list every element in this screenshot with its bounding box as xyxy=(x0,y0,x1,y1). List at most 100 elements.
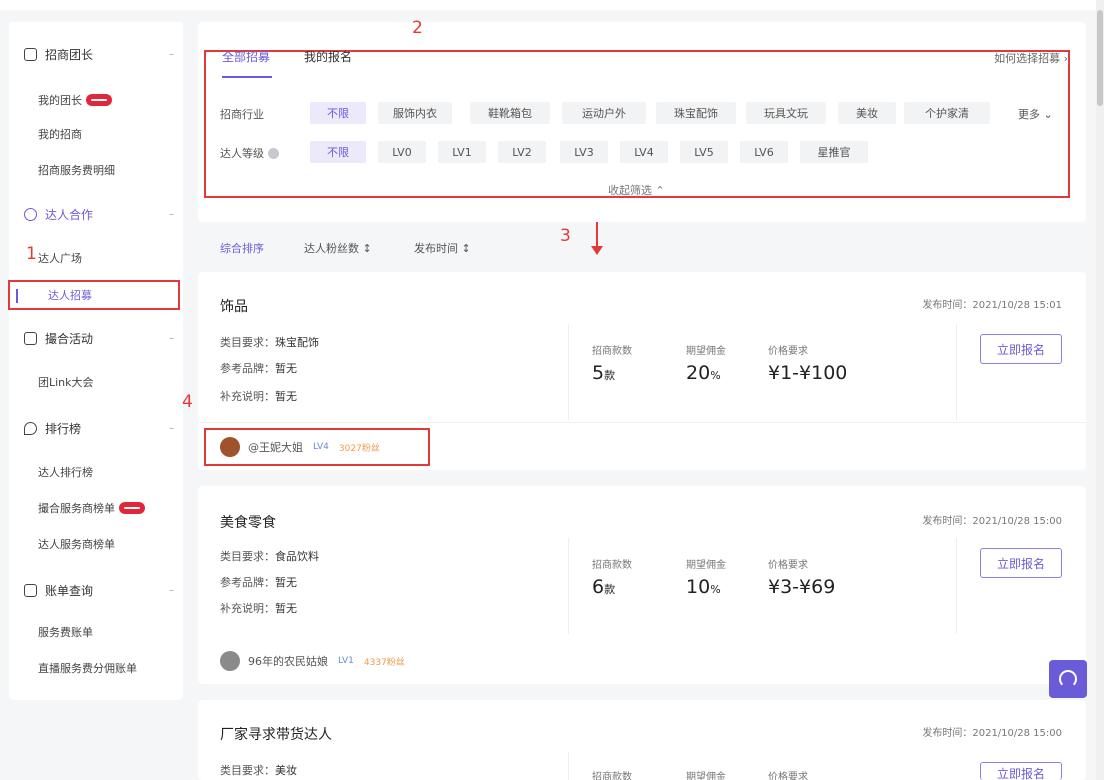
sidebar-item-my-leader[interactable]: 我的团长 xyxy=(38,90,112,110)
stat-value: ¥1-¥100 xyxy=(768,362,848,384)
category-chip[interactable]: 服饰内衣 xyxy=(378,102,452,124)
headset-icon xyxy=(1059,670,1077,688)
sidebar-item-service-fee[interactable]: 招商服务费明细 xyxy=(38,160,115,180)
card-publish-time: 发布时间：2021/10/28 15:01 xyxy=(922,300,1062,311)
card-brand: 参考品牌：暂无 xyxy=(220,362,297,375)
stat-label: 期望佣金 xyxy=(686,560,726,571)
highlight-creator-box xyxy=(204,428,430,466)
sidebar-item-creator-square[interactable]: 达人广场 xyxy=(38,248,82,268)
stat-label: 期望佣金 xyxy=(686,772,726,780)
signup-button[interactable]: 立即报名 xyxy=(980,548,1062,578)
level-chip[interactable]: 不限 xyxy=(310,141,366,163)
annotation-1: 1 xyxy=(26,244,37,264)
sidebar-item-creator-recruit[interactable]: 达人招募 xyxy=(8,280,180,310)
top-bar xyxy=(0,0,1104,10)
stat-value: 5款 xyxy=(592,362,616,384)
divider xyxy=(956,538,957,634)
category-chip[interactable]: 不限 xyxy=(310,102,366,124)
chevron-icon: – xyxy=(169,208,174,220)
level-chip[interactable]: 星推官 xyxy=(800,141,868,163)
chevron-icon: – xyxy=(169,422,174,434)
divider xyxy=(956,324,957,420)
stat-label: 价格要求 xyxy=(768,560,808,571)
annotation-3: 3 xyxy=(560,226,571,246)
tab-underline xyxy=(222,76,272,78)
level-chip[interactable]: LV3 xyxy=(560,141,608,163)
chevron-icon: – xyxy=(169,332,174,344)
sidebar-item-my-invites[interactable]: 我的招商 xyxy=(38,124,82,144)
tab-all-recruits[interactable]: 全部招募 xyxy=(222,48,270,65)
creator-fans: 4337粉丝 xyxy=(363,657,405,668)
card-brand: 参考品牌：暂无 xyxy=(220,576,297,589)
sidebar-item-service-bill[interactable]: 服务费账单 xyxy=(38,622,93,642)
sidebar-group-rankings[interactable]: 排行榜 – xyxy=(24,418,174,438)
category-chip[interactable]: 个护家清 xyxy=(904,102,990,124)
divider xyxy=(568,752,569,780)
chevron-icon: – xyxy=(169,48,174,60)
signup-button[interactable]: 立即报名 xyxy=(980,762,1062,780)
tab-my-signups[interactable]: 我的报名 xyxy=(304,48,352,65)
sidebar-group-merchant-leader[interactable]: 招商团长 – xyxy=(24,44,174,64)
avatar xyxy=(220,651,240,671)
annotation-4: 4 xyxy=(182,392,193,412)
category-chip[interactable]: 鞋靴箱包 xyxy=(470,102,550,124)
sidebar-item-creator-ranking[interactable]: 达人排行榜 xyxy=(38,462,93,482)
card-category: 类目要求：食品饮料 xyxy=(220,550,319,563)
recruit-card: 美食零食 发布时间：2021/10/28 15:00 类目要求：食品饮料 参考品… xyxy=(198,486,1086,684)
stat-value: 20% xyxy=(686,362,721,384)
divider xyxy=(568,324,569,420)
scrollbar-track[interactable] xyxy=(1096,0,1104,780)
highlight-filter-box xyxy=(204,50,1070,198)
card-note: 补充说明：暂无 xyxy=(220,390,297,403)
sidebar-group-creator-cooperation[interactable]: 达人合作 – xyxy=(24,204,174,224)
category-chip[interactable]: 珠宝配饰 xyxy=(656,102,736,124)
event-icon xyxy=(24,331,37,345)
new-badge xyxy=(119,502,145,514)
sidebar-group-matching-events[interactable]: 撮合活动 – xyxy=(24,328,174,348)
scrollbar-thumb[interactable] xyxy=(1097,10,1103,106)
sidebar-item-link-conference[interactable]: 团Link大会 xyxy=(38,372,94,392)
level-chip[interactable]: LV2 xyxy=(498,141,546,163)
stat-value: 6款 xyxy=(592,576,616,598)
level-chip[interactable]: LV4 xyxy=(620,141,668,163)
category-chip[interactable]: 美妆 xyxy=(838,102,896,124)
level-chip[interactable]: LV0 xyxy=(378,141,426,163)
stat-value: 10% xyxy=(686,576,721,598)
annotation-arrow xyxy=(591,222,603,255)
category-chip[interactable]: 玩具文玩 xyxy=(746,102,826,124)
card-category: 类目要求：美妆 xyxy=(220,764,297,777)
collapse-filters-button[interactable]: 收起筛选 ⌃ xyxy=(608,182,665,198)
card-note: 补充说明：暂无 xyxy=(220,602,297,615)
sort-publish-time[interactable]: 发布时间 ↕ xyxy=(414,240,471,256)
signup-button[interactable]: 立即报名 xyxy=(980,334,1062,364)
sidebar-item-live-commission-bill[interactable]: 直播服务费分佣账单 xyxy=(38,658,137,678)
card-title: 饰品 xyxy=(220,299,248,315)
category-label: 招商行业 xyxy=(220,108,264,121)
stat-label: 期望佣金 xyxy=(686,346,726,357)
sidebar-item-creator-provider-ranking[interactable]: 达人服务商榜单 xyxy=(38,534,115,554)
card-title: 厂家寻求带货达人 xyxy=(220,727,332,743)
sort-fans[interactable]: 达人粉丝数 ↕ xyxy=(304,240,372,256)
how-to-choose-link[interactable]: 如何选择招募 › xyxy=(994,50,1068,66)
level-chip[interactable]: LV1 xyxy=(438,141,486,163)
sidebar-group-billing[interactable]: 账单查询 – xyxy=(24,580,174,600)
level-chip[interactable]: LV6 xyxy=(740,141,788,163)
help-icon[interactable] xyxy=(268,147,279,159)
stat-label: 价格要求 xyxy=(768,346,808,357)
creator-info[interactable]: 96年的农民姑娘 LV1 4337粉丝 xyxy=(220,650,405,672)
divider xyxy=(568,538,569,634)
customer-service-button[interactable] xyxy=(1049,660,1087,698)
level-chip[interactable]: LV5 xyxy=(680,141,728,163)
creator-name: 96年的农民姑娘 xyxy=(248,655,328,668)
recruit-card: 厂家寻求带货达人 发布时间：2021/10/28 15:00 类目要求：美妆 招… xyxy=(198,700,1086,780)
creator-icon xyxy=(24,207,37,221)
stat-label: 招商款数 xyxy=(592,772,632,780)
category-chip[interactable]: 运动户外 xyxy=(562,102,646,124)
new-badge xyxy=(86,94,112,106)
creator-level: LV1 xyxy=(338,656,354,666)
stat-label: 招商款数 xyxy=(592,560,632,571)
location-pin-icon xyxy=(24,421,37,435)
more-categories-button[interactable]: 更多 ⌄ xyxy=(1018,106,1053,122)
sort-comprehensive[interactable]: 综合排序 xyxy=(220,240,264,256)
sidebar-item-matching-provider-ranking[interactable]: 撮合服务商榜单 xyxy=(38,498,145,518)
